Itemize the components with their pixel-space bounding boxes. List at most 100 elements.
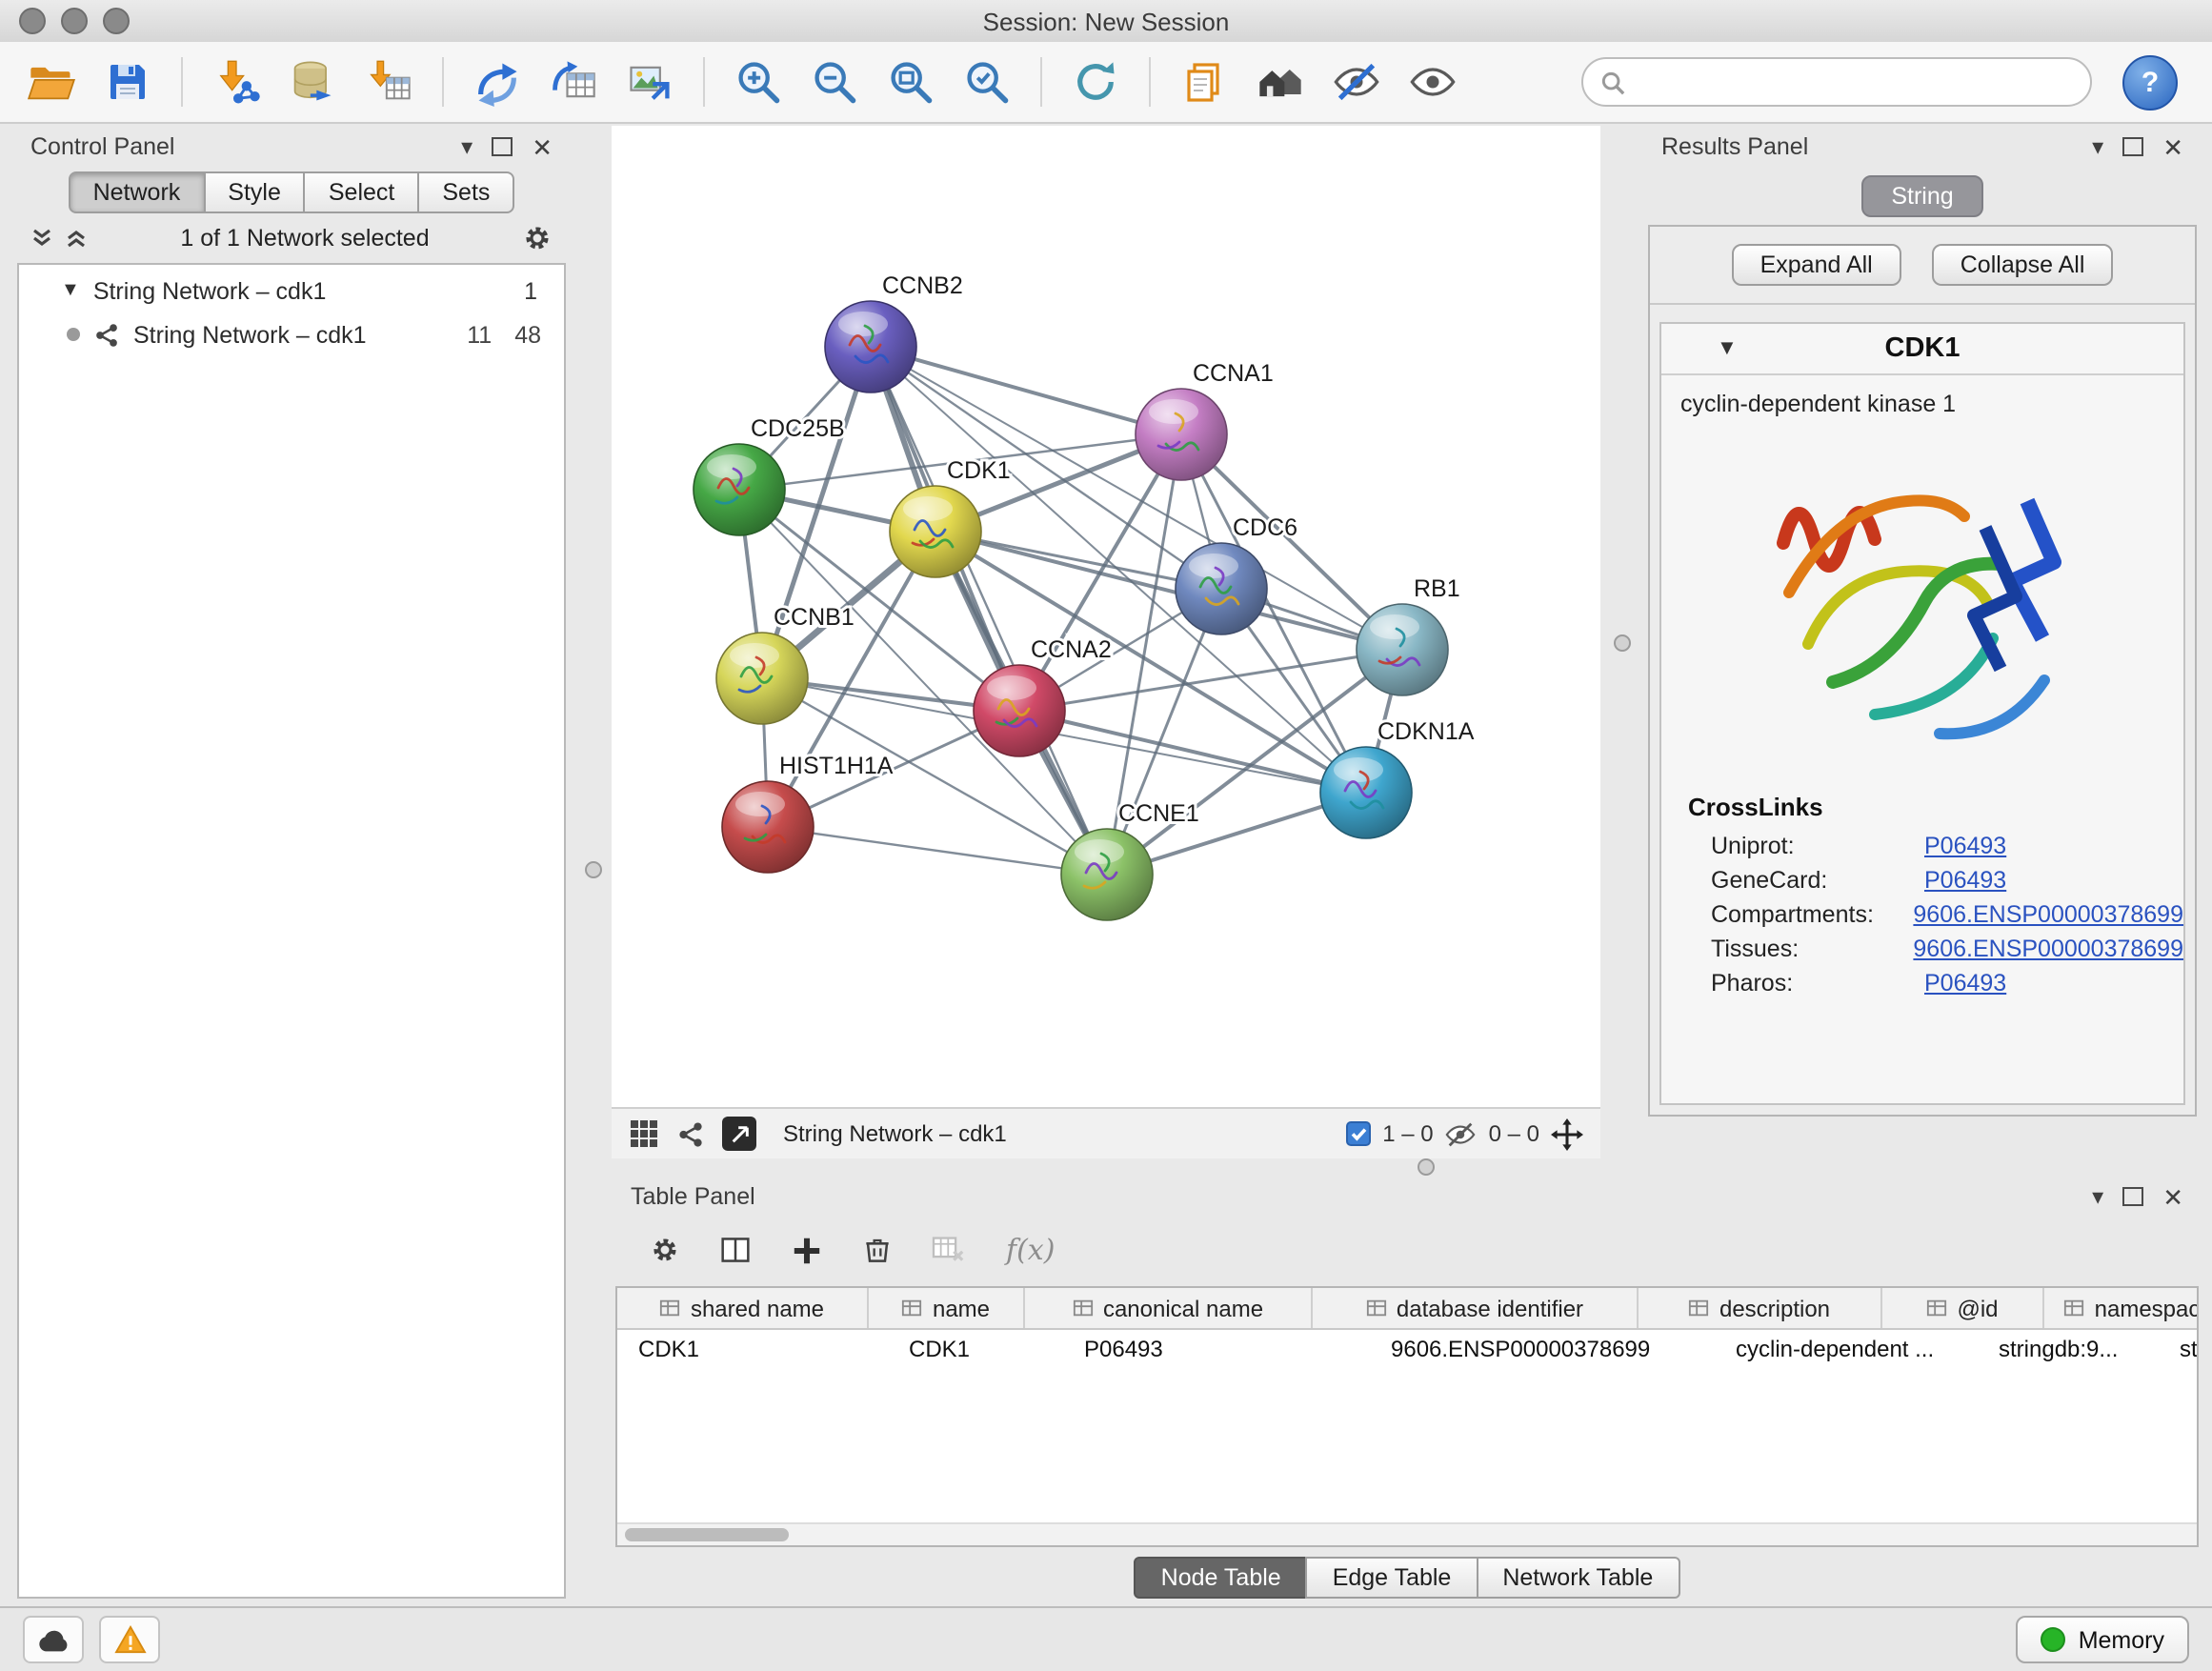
warnings-button[interactable]: [99, 1616, 160, 1663]
table-cell[interactable]: P06493: [1063, 1330, 1370, 1370]
show-columns-icon[interactable]: [720, 1235, 751, 1265]
network-node-CCNA1[interactable]: CCNA1: [1136, 360, 1274, 480]
panel-float-icon[interactable]: [2122, 137, 2143, 156]
collapse-all-icon[interactable]: [30, 227, 53, 250]
import-network-from-database-button[interactable]: [280, 51, 345, 112]
splitter-handle[interactable]: [1418, 1158, 1435, 1176]
panel-collapse-icon[interactable]: ▾: [2092, 135, 2103, 158]
import-network-from-file-button[interactable]: [204, 51, 269, 112]
table-tab-network-table[interactable]: Network Table: [1476, 1557, 1679, 1599]
horizontal-scrollbar[interactable]: [617, 1522, 2197, 1545]
panel-float-icon[interactable]: [2122, 1187, 2143, 1206]
network-edge[interactable]: [871, 347, 1107, 875]
network-node-CDC25B[interactable]: CDC25B: [694, 415, 845, 535]
network-node-CDKN1A[interactable]: CDKN1A: [1320, 718, 1475, 838]
network-edge[interactable]: [871, 347, 1181, 434]
table-cell[interactable]: stringdb: [2159, 1330, 2199, 1370]
new-network-from-selection-button[interactable]: [465, 51, 530, 112]
expand-all-button[interactable]: Expand All: [1732, 244, 1901, 286]
column-header-database-identifier[interactable]: database identifier: [1313, 1288, 1639, 1328]
gear-icon[interactable]: [522, 223, 553, 253]
control-tab-style[interactable]: Style: [203, 171, 306, 213]
column-header-shared-name[interactable]: shared name: [617, 1288, 869, 1328]
refresh-button[interactable]: [1063, 51, 1128, 112]
import-table-from-file-button[interactable]: [356, 51, 421, 112]
hide-panel-button[interactable]: [1324, 51, 1389, 112]
column-header-description[interactable]: description: [1639, 1288, 1882, 1328]
panel-collapse-icon[interactable]: ▾: [461, 135, 473, 158]
crosslink-link[interactable]: 9606.ENSP00000378699: [1913, 936, 2183, 962]
gear-icon[interactable]: [650, 1235, 680, 1265]
open-session-button[interactable]: [19, 51, 84, 112]
search-input[interactable]: [1637, 67, 2073, 97]
network-row-selected[interactable]: String Network – cdk1 11 48: [19, 312, 564, 356]
help-button[interactable]: ?: [2122, 54, 2178, 110]
zoom-fit-button[interactable]: [878, 51, 943, 112]
birdseye-grid-icon[interactable]: [629, 1118, 659, 1149]
splitter-handle[interactable]: [585, 861, 602, 878]
network-icon[interactable]: [676, 1119, 705, 1148]
expand-all-icon[interactable]: [65, 227, 88, 250]
tab-string[interactable]: String: [1860, 175, 1983, 217]
table-tab-node-table[interactable]: Node Table: [1135, 1557, 1308, 1599]
network-node-HIST1H1A[interactable]: HIST1H1A: [722, 753, 894, 873]
add-column-icon[interactable]: [791, 1234, 823, 1266]
zoom-selected-button[interactable]: [955, 51, 1019, 112]
zoom-out-button[interactable]: [802, 51, 867, 112]
selected-checkbox-icon[interactable]: [1344, 1120, 1371, 1147]
crosslink-link[interactable]: P06493: [1924, 833, 2006, 859]
copy-button[interactable]: [1172, 51, 1237, 112]
crosslink-link[interactable]: 9606.ENSP00000378699: [1913, 901, 2183, 928]
panel-collapse-icon[interactable]: ▾: [2092, 1185, 2103, 1208]
table-cell[interactable]: 9606.ENSP00000378699: [1370, 1330, 1715, 1370]
table-cell[interactable]: CDK1: [617, 1330, 888, 1370]
network-edge[interactable]: [935, 532, 1402, 650]
export-table-button[interactable]: [541, 51, 606, 112]
panel-float-icon[interactable]: [492, 137, 513, 156]
export-image-button[interactable]: [617, 51, 682, 112]
table-cell[interactable]: CDK1: [888, 1330, 1063, 1370]
network-collection-row[interactable]: ▼ String Network – cdk1 1: [19, 269, 564, 312]
network-node-CCNB1[interactable]: CCNB1: [716, 604, 855, 724]
function-builder-button[interactable]: f(x): [1006, 1233, 1055, 1267]
collapse-all-button[interactable]: Collapse All: [1932, 244, 2114, 286]
search-field[interactable]: [1581, 57, 2092, 107]
column-header--id[interactable]: @id: [1882, 1288, 2044, 1328]
gene-section-header[interactable]: ▼ CDK1: [1661, 324, 2183, 375]
panel-close-icon[interactable]: ✕: [2162, 1184, 2183, 1209]
delete-column-icon[interactable]: [863, 1235, 892, 1265]
tree-expand-icon[interactable]: ▼: [61, 280, 80, 301]
open-in-new-window-button[interactable]: [722, 1117, 756, 1151]
minimize-window-button[interactable]: [61, 8, 88, 34]
show-panel-button[interactable]: [1400, 51, 1465, 112]
table-cell[interactable]: cyclin-dependent ...: [1715, 1330, 1978, 1370]
save-session-button[interactable]: [95, 51, 160, 112]
splitter-handle[interactable]: [1614, 634, 1631, 652]
zoom-in-button[interactable]: [726, 51, 791, 112]
panel-close-icon[interactable]: ✕: [532, 134, 553, 159]
home-button[interactable]: [1248, 51, 1313, 112]
network-edge[interactable]: [768, 827, 1107, 875]
table-row[interactable]: CDK1CDK1P064939606.ENSP00000378699cyclin…: [617, 1330, 2197, 1370]
hidden-eye-slash-icon[interactable]: [1445, 1121, 1478, 1146]
network-node-RB1[interactable]: RB1: [1357, 575, 1460, 695]
network-node-CDC6[interactable]: CDC6: [1176, 514, 1297, 634]
close-window-button[interactable]: [19, 8, 46, 34]
network-node-CDK1[interactable]: CDK1: [890, 457, 1011, 577]
control-tab-network[interactable]: Network: [69, 171, 206, 213]
column-header-name[interactable]: name: [869, 1288, 1025, 1328]
network-graph-canvas[interactable]: CCNB2CCNA1CDC25BCDK1CDC6RB1CCNB1CCNA2CDK…: [612, 126, 1600, 1107]
network-node-CCNB2[interactable]: CCNB2: [825, 272, 963, 393]
crosshair-move-icon[interactable]: [1551, 1117, 1583, 1150]
crosslink-link[interactable]: P06493: [1924, 970, 2006, 997]
table-tab-edge-table[interactable]: Edge Table: [1306, 1557, 1478, 1599]
network-edge[interactable]: [1019, 711, 1366, 793]
panel-close-icon[interactable]: ✕: [2162, 134, 2183, 159]
memory-button[interactable]: Memory: [2016, 1616, 2189, 1663]
zoom-window-button[interactable]: [103, 8, 130, 34]
column-header-canonical-name[interactable]: canonical name: [1025, 1288, 1313, 1328]
control-tab-sets[interactable]: Sets: [417, 171, 514, 213]
table-cell[interactable]: stringdb:9...: [1978, 1330, 2159, 1370]
section-expand-icon[interactable]: ▼: [1717, 337, 1738, 360]
cloud-button[interactable]: [23, 1616, 84, 1663]
